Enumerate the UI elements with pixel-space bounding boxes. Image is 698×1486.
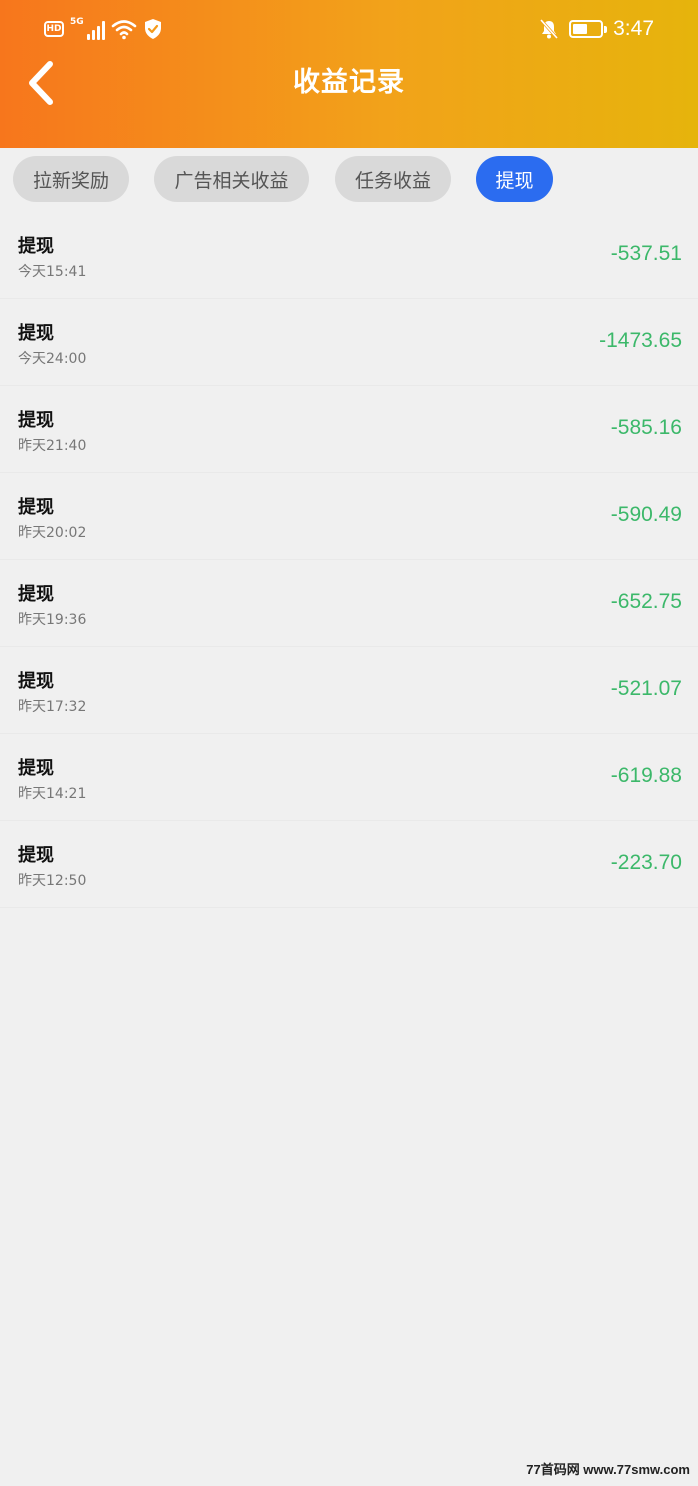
record-amount: -1473.65 [599, 329, 682, 352]
record-label: 提现 [18, 584, 54, 605]
record-amount: -585.16 [610, 416, 682, 439]
record-time: 今天24:00 [18, 351, 87, 367]
record-label: 提现 [18, 323, 54, 344]
record-amount: -521.07 [610, 677, 682, 700]
list-item: 提现 昨天19:36 -652.75 [0, 560, 698, 647]
tab-withdraw[interactable]: 提现 [476, 156, 553, 202]
list-item: 提现 昨天14:21 -619.88 [0, 734, 698, 821]
record-label: 提现 [18, 410, 54, 431]
hd-icon: HD [44, 21, 64, 37]
record-time: 今天15:41 [18, 264, 87, 280]
record-amount: -537.51 [610, 242, 682, 265]
shield-check-icon [144, 19, 161, 39]
filter-tabs: 拉新奖励 广告相关收益 任务收益 提现 [0, 148, 698, 210]
status-time: 3:47 [613, 17, 654, 40]
app-header: HD 5G 3:47 收益记录 [0, 0, 698, 148]
record-time: 昨天12:50 [18, 873, 87, 889]
list-item: 提现 昨天20:02 -590.49 [0, 473, 698, 560]
list-item: 提现 今天24:00 -1473.65 [0, 299, 698, 386]
record-amount: -223.70 [610, 851, 682, 874]
record-label: 提现 [18, 671, 54, 692]
list-item: 提现 昨天21:40 -585.16 [0, 386, 698, 473]
record-label: 提现 [18, 758, 54, 779]
record-amount: -652.75 [610, 590, 682, 613]
network-type-label: 5G [70, 17, 84, 27]
status-left: HD 5G [44, 16, 163, 42]
record-time: 昨天20:02 [18, 525, 87, 541]
battery-fill [573, 24, 588, 34]
list-item: 提现 昨天12:50 -223.70 [0, 821, 698, 908]
wifi-icon [111, 20, 136, 40]
tab-ad-earnings[interactable]: 广告相关收益 [154, 156, 309, 202]
record-label: 提现 [18, 236, 54, 257]
list-item: 提现 昨天17:32 -521.07 [0, 647, 698, 734]
record-label: 提现 [18, 845, 54, 866]
record-list: 提现 今天15:41 -537.51 提现 今天24:00 -1473.65 提… [0, 212, 698, 908]
record-label: 提现 [18, 497, 54, 518]
record-time: 昨天19:36 [18, 612, 87, 628]
signal-bars [86, 20, 105, 40]
record-amount: -619.88 [610, 764, 682, 787]
tab-task-earnings[interactable]: 任务收益 [335, 156, 451, 202]
signal-icon: 5G [70, 18, 105, 40]
mute-bell-icon [540, 19, 559, 39]
battery-icon [569, 20, 608, 38]
record-time: 昨天21:40 [18, 438, 87, 454]
page-title: 收益记录 [293, 67, 405, 98]
status-right: 3:47 [539, 14, 654, 44]
record-amount: -590.49 [610, 503, 682, 526]
record-time: 昨天17:32 [18, 699, 87, 715]
tab-invite-reward[interactable]: 拉新奖励 [13, 156, 129, 202]
list-item: 提现 今天15:41 -537.51 [0, 212, 698, 299]
status-bar: HD 5G 3:47 [0, 0, 698, 58]
record-time: 昨天14:21 [18, 786, 87, 802]
watermark: 77首码网 www.77smw.com [526, 1462, 690, 1477]
